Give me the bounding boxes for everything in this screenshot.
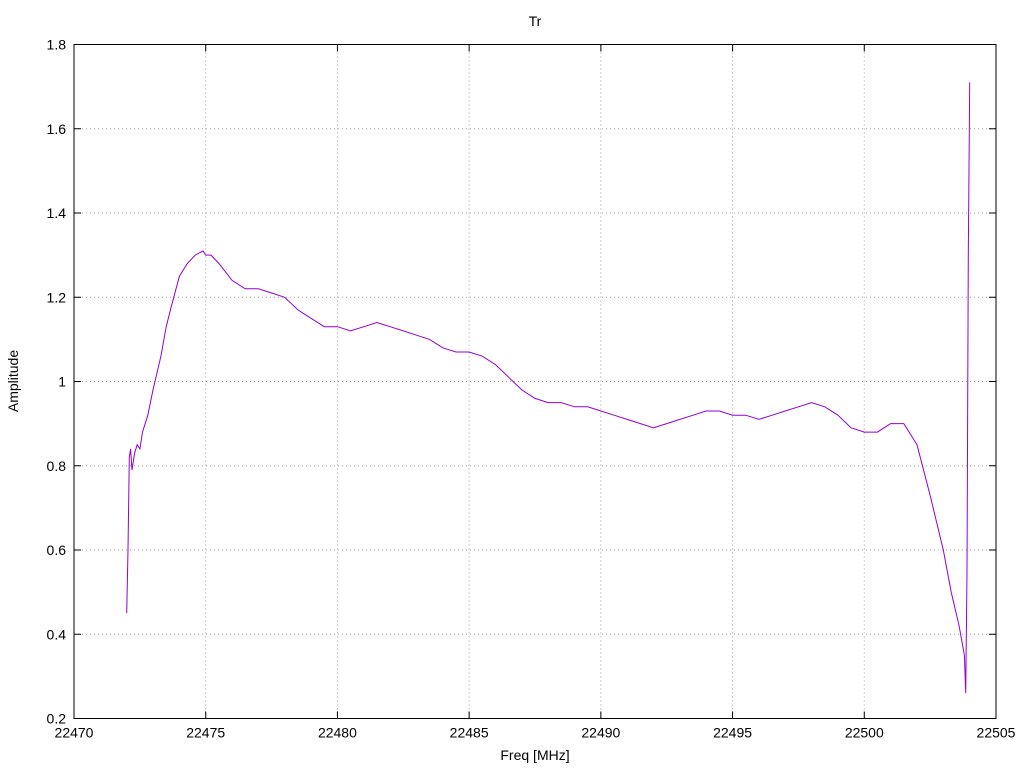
x-axis-label: Freq [MHz] [500, 747, 569, 763]
y-tick-label: 1.2 [47, 289, 67, 305]
y-tick-label: 1.6 [47, 121, 67, 137]
y-tick-label: 0.6 [47, 542, 67, 558]
x-tick-label: 22490 [581, 725, 620, 741]
y-tick-label: 1 [58, 374, 66, 390]
chart: 22470 22475 22480 22485 22490 22495 22500 22505… [5, 13, 1016, 763]
y-tick-label: 0.4 [47, 626, 67, 642]
y-tick-label: 1.8 [47, 37, 67, 53]
x-tick-label: 22480 [318, 725, 357, 741]
y-axis-label: Amplitude [5, 350, 21, 412]
x-tick-label: 22505 [977, 725, 1016, 741]
x-tick-label: 22485 [450, 725, 489, 741]
series-line [126, 82, 971, 694]
chart-title: Tr [529, 13, 542, 29]
y-tick-label: 0.2 [47, 711, 67, 727]
x-tick-label: 22470 [55, 725, 94, 741]
tick-label-layer: 22470 22475 22480 22485 22490 22495 22500 22505… [47, 37, 1016, 741]
x-tick-label: 22495 [713, 725, 752, 741]
grid-layer [74, 44, 996, 719]
y-tick-label: 1.4 [47, 205, 67, 221]
x-tick-label: 22475 [186, 725, 225, 741]
y-tick-label: 0.8 [47, 458, 67, 474]
x-tick-label: 22500 [845, 725, 884, 741]
